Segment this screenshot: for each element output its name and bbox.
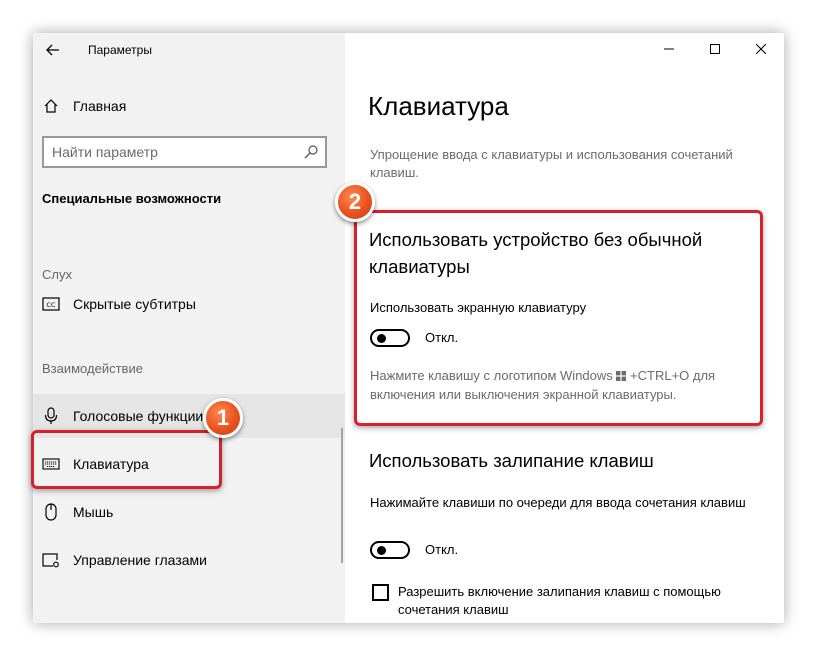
minimize-icon	[664, 48, 674, 50]
sidebar-item-mouse[interactable]: Мышь	[33, 490, 345, 534]
microphone-icon	[42, 407, 60, 425]
mouse-icon	[42, 503, 60, 521]
sticky-keys-toggle-state: Откл.	[425, 542, 459, 557]
sidebar: Параметры Главная Специальные возможност…	[33, 33, 345, 623]
highlight-keyboard-nav	[31, 430, 222, 489]
sidebar-item-label: Мышь	[73, 504, 114, 520]
sticky-keys-shortcut-checkbox[interactable]	[372, 584, 389, 601]
closed-captions-icon: CC	[42, 295, 60, 313]
sticky-keys-shortcut-checkbox-label: Разрешить включение залипания клавиш с п…	[398, 584, 721, 617]
setting-label-sticky-keys: Нажимайте клавиши по очереди для ввода с…	[370, 495, 746, 510]
close-button[interactable]	[738, 33, 784, 65]
sidebar-item-label: Скрытые субтитры	[73, 296, 196, 312]
sidebar-section-title: Специальные возможности	[42, 191, 222, 206]
maximize-button[interactable]	[692, 33, 738, 65]
sidebar-item-closed-captions[interactable]: CC Скрытые субтитры	[33, 282, 345, 326]
home-icon	[42, 97, 60, 115]
svg-text:CC: CC	[46, 301, 56, 309]
search-input[interactable]	[52, 138, 292, 166]
search-box[interactable]	[42, 136, 327, 168]
search-icon[interactable]	[303, 144, 319, 160]
close-icon	[756, 44, 766, 54]
page-description: Упрощение ввода с клавиатуры и использов…	[370, 147, 733, 180]
sidebar-scrollbar[interactable]	[341, 428, 343, 563]
back-button[interactable]	[41, 38, 65, 62]
step-badge-1: 1	[203, 398, 243, 438]
section-heading-sticky-keys: Использовать залипание клавиш	[369, 450, 654, 471]
sidebar-item-label: Голосовые функции	[73, 408, 204, 424]
eye-control-icon	[42, 551, 60, 569]
sidebar-item-eye-control[interactable]: Управление глазами	[33, 538, 345, 582]
group-label-hearing: Слух	[42, 267, 72, 282]
sidebar-item-label: Главная	[73, 98, 127, 114]
app-title: Параметры	[88, 43, 152, 57]
maximize-icon	[710, 44, 720, 54]
highlight-on-screen-keyboard-section	[354, 210, 763, 426]
group-label-interaction: Взаимодействие	[42, 361, 143, 376]
sidebar-item-home[interactable]: Главная	[33, 84, 345, 128]
sidebar-item-label: Управление глазами	[73, 552, 207, 568]
step-badge-2: 2	[335, 182, 375, 222]
toggle-knob	[377, 546, 386, 555]
back-arrow-icon	[46, 44, 59, 56]
page-title: Клавиатура	[368, 91, 509, 121]
sticky-keys-toggle[interactable]	[370, 541, 410, 559]
minimize-button[interactable]	[646, 33, 692, 65]
window-controls	[646, 33, 784, 65]
